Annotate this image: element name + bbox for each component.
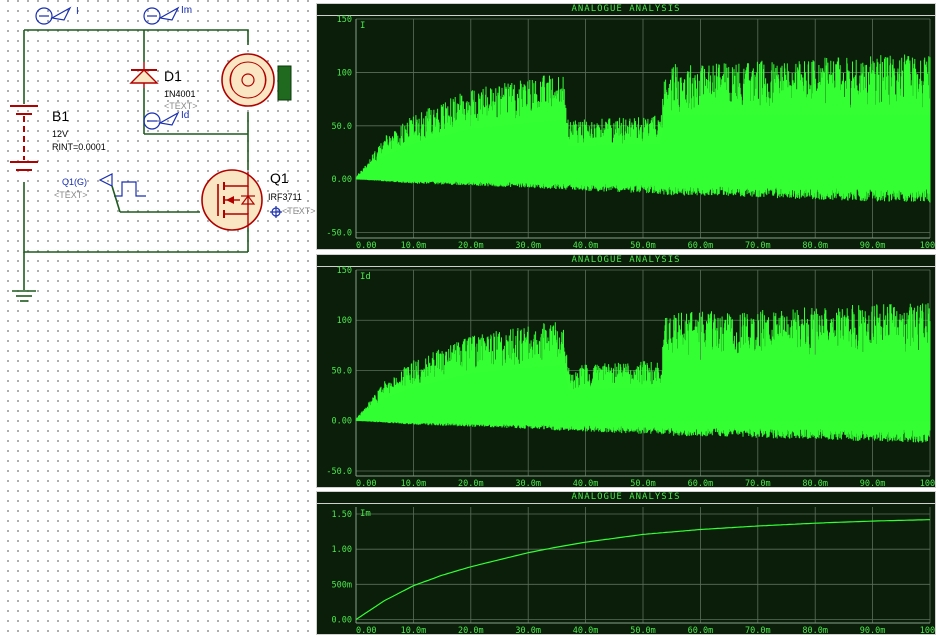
x-tick-label: 20.0m xyxy=(458,241,484,250)
analogue-graph-i[interactable]: ANALOGUE ANALYSIS 0.00 10.0m 20.0m 30.0m 40.… xyxy=(316,3,936,250)
trace-label: Id xyxy=(360,272,371,282)
x-tick-label: 80.0m xyxy=(802,241,828,250)
probe-i-label: I xyxy=(76,6,79,17)
diode-d1-symbol xyxy=(129,62,159,88)
x-tick-label: 70.0m xyxy=(745,479,771,488)
x-tick-label: 70.0m xyxy=(745,626,771,635)
probe-id-label: Id xyxy=(181,110,190,121)
battery-rint: RINT=0.0001 xyxy=(52,142,106,152)
x-tick-label: 30.0m xyxy=(515,626,541,635)
graph-plot-i: 0.00 10.0m 20.0m 30.0m 40.0m 50.0m 60.0m 70.0m 8… xyxy=(326,15,936,250)
generator-name: Q1(G) xyxy=(62,177,88,187)
x-tick-label: 80.0m xyxy=(802,626,828,635)
probe-im-label: Im xyxy=(181,5,193,16)
pulse-generator-symbol xyxy=(98,173,146,213)
x-tick-label: 30.0m xyxy=(515,241,541,250)
diode-part: 1N4001 xyxy=(164,89,196,99)
x-tick-label: 10.0m xyxy=(401,241,427,250)
x-tick-label: 50.0m xyxy=(630,241,656,250)
text-crosshair-icon xyxy=(270,206,282,218)
mosfet-name: Q1 xyxy=(270,170,289,186)
y-tick-label: -50.0 xyxy=(326,467,352,477)
schematic-wires xyxy=(10,6,292,302)
graph-plot-id: 0.00 10.0m 20.0m 30.0m 40.0m 50.0m 60.0m 70.0m 8… xyxy=(326,266,936,488)
mosfet-text: <TEXT> xyxy=(282,206,316,216)
mosfet-q1-symbol xyxy=(201,169,263,231)
graph-plot-im: 0.00 10.0m 20.0m 30.0m 40.0m 50.0m 60.0m 70.0m 8… xyxy=(332,507,936,635)
battery-voltage: 12V xyxy=(52,129,69,139)
x-tick-label: 40.0m xyxy=(573,241,599,250)
x-tick-label: 90.0m xyxy=(860,241,886,250)
analogue-graph-im[interactable]: ANALOGUE ANALYSIS 0.00 10.0m 20.0m 30.0m 40.… xyxy=(316,491,936,635)
y-tick-label: 50.0 xyxy=(332,366,352,376)
x-tick-label: 0.00 xyxy=(356,626,376,635)
battery-name: B1 xyxy=(52,108,70,124)
y-tick-label: -50.0 xyxy=(326,229,352,239)
diode-text: <TEXT> xyxy=(164,101,198,111)
x-tick-label: 10.0m xyxy=(401,479,427,488)
diode-name: D1 xyxy=(164,68,182,84)
probe-i-symbol xyxy=(35,6,72,25)
motor-symbol xyxy=(221,53,292,107)
y-tick-label: 100 xyxy=(337,68,352,78)
x-tick-label: 60.0m xyxy=(688,241,714,250)
x-tick-label: 0.00 xyxy=(356,241,376,250)
y-tick-label: 100 xyxy=(337,316,352,326)
schematic-canvas[interactable]: I Im Id B1 12V RINT=0.0001 D1 1N4001 <TE… xyxy=(0,0,316,637)
mosfet-part: IRF3711 xyxy=(268,192,302,202)
x-tick-label: 90.0m xyxy=(860,479,886,488)
generator-text: <TEXT> xyxy=(54,190,88,200)
x-tick-label: 30.0m xyxy=(515,479,541,488)
x-tick-label: 50.0m xyxy=(630,479,656,488)
y-tick-label: 50.0 xyxy=(332,122,352,132)
x-tick-label: 20.0m xyxy=(458,626,484,635)
x-tick-label: 60.0m xyxy=(688,626,714,635)
y-tick-label: 1.50 xyxy=(332,510,352,520)
y-tick-label: 1.00 xyxy=(332,545,352,555)
probe-im-symbol xyxy=(143,6,180,25)
y-tick-label: 0.00 xyxy=(332,615,352,625)
trace-label: I xyxy=(360,21,365,31)
x-tick-label: 70.0m xyxy=(745,241,771,250)
x-tick-label: 10.0m xyxy=(401,626,427,635)
x-tick-label: 50.0m xyxy=(630,626,656,635)
x-tick-label: 0.00 xyxy=(356,479,376,488)
x-tick-label: 20.0m xyxy=(458,479,484,488)
y-tick-label: 500m xyxy=(332,580,352,590)
x-tick-label: 60.0m xyxy=(688,479,714,488)
x-tick-label: 90.0m xyxy=(860,626,886,635)
y-tick-label: 0.00 xyxy=(332,417,352,427)
analogue-graph-id[interactable]: ANALOGUE ANALYSIS 0.00 10.0m 20.0m 30.0m 40.… xyxy=(316,254,936,488)
x-tick-label: 40.0m xyxy=(573,479,599,488)
x-tick-label: 80.0m xyxy=(802,479,828,488)
x-tick-label: 100m xyxy=(920,626,936,635)
x-tick-label: 100m xyxy=(920,241,936,250)
y-tick-label: 0.00 xyxy=(332,175,352,185)
x-tick-label: 40.0m xyxy=(573,626,599,635)
probe-id-symbol xyxy=(143,111,180,130)
y-tick-label: 150 xyxy=(337,266,352,276)
trace-label: Im xyxy=(360,509,371,519)
x-tick-label: 100m xyxy=(920,479,936,488)
y-tick-label: 150 xyxy=(337,15,352,25)
